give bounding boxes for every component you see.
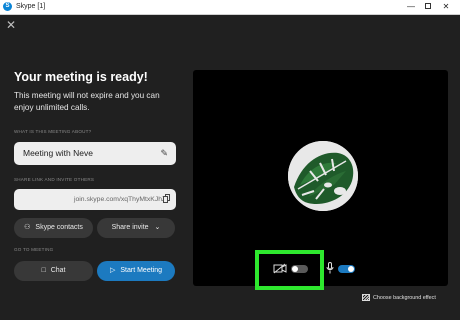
share-invite-button[interactable]: Share invite ⌄ [97, 218, 175, 238]
meeting-name-field[interactable]: Meeting with Neve ✎ [14, 142, 176, 165]
window-title: Skype [1] [16, 3, 46, 10]
copy-icon[interactable] [163, 194, 170, 203]
window-titlebar: S Skype [1] — ✕ [0, 0, 460, 15]
microphone-icon[interactable] [326, 262, 334, 274]
avatar [288, 141, 358, 211]
close-icon[interactable]: ✕ [6, 18, 16, 32]
background-effect-icon [362, 294, 370, 301]
start-meeting-button[interactable]: ▷ Start Meeting [97, 261, 175, 281]
contacts-icon: ⚇ [24, 224, 31, 231]
meeting-link-field[interactable]: join.skype.com/xqThyMtxKJhZ [14, 189, 176, 210]
chevron-down-icon: ⌄ [154, 224, 161, 231]
share-invite-label: Share invite [111, 224, 149, 231]
meeting-description: This meeting will not expire and you can… [14, 91, 160, 112]
about-label: WHAT IS THIS MEETING ABOUT? [14, 129, 92, 134]
camera-toggle-highlight [255, 250, 324, 290]
camera-toggle[interactable] [291, 265, 308, 273]
meeting-link-value: join.skype.com/xqThyMtxKJhZ [74, 196, 167, 203]
window-close-button[interactable]: ✕ [440, 1, 452, 12]
minimize-button[interactable]: — [405, 1, 417, 12]
microphone-toggle[interactable] [338, 265, 355, 273]
chat-button[interactable]: □ Chat [14, 261, 93, 281]
camera-toggle-knob [292, 266, 298, 272]
background-effect-label: Choose background effect [373, 294, 436, 301]
video-icon: ▷ [109, 267, 116, 274]
chat-label: Chat [50, 267, 66, 274]
share-label: SHARE LINK AND INVITE OTHERS [14, 177, 95, 182]
skype-logo-icon: S [3, 2, 12, 11]
background-effect-button[interactable]: Choose background effect [362, 294, 436, 301]
skype-contacts-label: Skype contacts [35, 224, 83, 231]
camera-off-icon[interactable] [273, 263, 287, 274]
chat-icon: □ [41, 267, 46, 274]
microphone-toggle-knob [348, 266, 354, 272]
start-meeting-label: Start Meeting [120, 267, 163, 274]
maximize-button[interactable] [422, 1, 434, 12]
meeting-name-value: Meeting with Neve [23, 148, 93, 158]
maximize-icon [425, 3, 431, 9]
go-to-meeting-label: GO TO MEETING [14, 247, 54, 252]
skype-contacts-button[interactable]: ⚇ Skype contacts [14, 218, 93, 238]
pencil-icon[interactable]: ✎ [160, 142, 168, 165]
page-title: Your meeting is ready! [14, 70, 148, 84]
